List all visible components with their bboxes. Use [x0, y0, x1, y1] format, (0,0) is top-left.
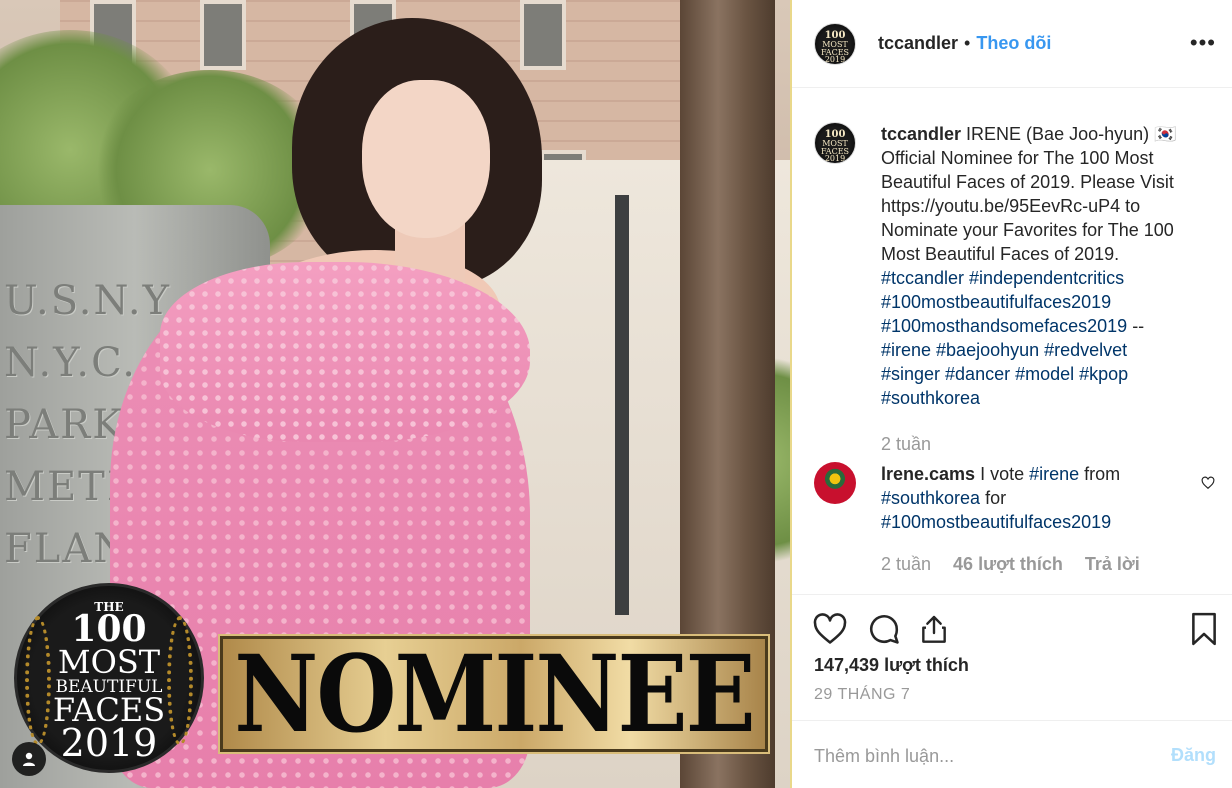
avatar[interactable]: 100 MOST FACES 2019	[814, 22, 856, 65]
hashtag-link[interactable]: #tccandler #independentcritics	[881, 268, 1124, 288]
comment-body: from	[1079, 464, 1121, 484]
hashtag-link[interactable]: #singer #dancer #model #kpop	[881, 364, 1128, 384]
100-most-beautiful-faces-badge: THE 100 MOST BEAUTIFUL FACES 2019	[14, 583, 204, 773]
separator-dot: •	[964, 33, 971, 53]
hashtag-link[interactable]: #100mosthandsomefaces2019	[881, 316, 1127, 336]
hashtag-link[interactable]: #100mostbeautifulfaces2019	[881, 512, 1111, 532]
commenter-username[interactable]: lrene.cams	[881, 464, 975, 484]
comment-body: for	[980, 488, 1007, 508]
nominee-text: NOMINEE	[234, 631, 755, 757]
dress-ruffle	[160, 262, 530, 442]
hashtag-link[interactable]: #southkorea	[881, 388, 980, 408]
caption-timestamp[interactable]: 2 tuần	[881, 432, 1216, 456]
comment-body: I vote	[975, 464, 1030, 484]
post-comment-button[interactable]: Đăng	[1171, 745, 1216, 766]
post-date[interactable]: 29 THÁNG 7	[814, 686, 910, 704]
comment-meta: 2 tuần 46 lượt thích Trả lời	[881, 554, 1140, 575]
add-comment-section: Đăng	[792, 720, 1232, 788]
share-button[interactable]	[916, 611, 952, 647]
face	[362, 80, 490, 238]
hashtag-link[interactable]: #southkorea	[881, 488, 980, 508]
comment-item: lrene.cams I vote #irene from #southkore…	[814, 462, 1219, 534]
caption: 100 MOST FACES 2019 tccandler IRENE (Bae…	[814, 122, 1219, 456]
share-icon	[922, 615, 946, 643]
comment-text: lrene.cams I vote #irene from #southkore…	[881, 462, 1181, 534]
likes-count[interactable]: 147,439 lượt thích	[814, 655, 969, 676]
header-username[interactable]: tccandler	[878, 33, 958, 54]
user-tag-button[interactable]	[12, 742, 46, 776]
caption-text: tccandler IRENE (Bae Joo-hyun) 🇰🇷 Offici…	[881, 122, 1216, 456]
reply-button[interactable]: Trả lời	[1085, 554, 1140, 575]
bookmark-icon	[1192, 612, 1216, 646]
caption-username[interactable]: tccandler	[881, 124, 961, 144]
post-image[interactable]: U.S.N.Y. N.Y.C. PARKING METER FLANG THE …	[0, 0, 790, 788]
person-icon	[23, 752, 35, 766]
avatar-text: 2019	[824, 54, 846, 64]
background-window	[520, 0, 566, 70]
like-button[interactable]	[812, 611, 848, 647]
more-options-icon[interactable]: •••	[1190, 30, 1216, 56]
comments-section[interactable]: 100 MOST FACES 2019 tccandler IRENE (Bae…	[792, 88, 1232, 594]
badge-most: MOST	[57, 643, 161, 681]
comment-timestamp[interactable]: 2 tuần	[881, 554, 931, 575]
nominee-plate: NOMINEE	[218, 632, 770, 756]
comment-like-heart-icon[interactable]	[1201, 476, 1215, 490]
street-lamp	[615, 195, 629, 615]
caption-dashes: --	[1127, 316, 1145, 336]
post-actions: 147,439 lượt thích 29 THÁNG 7	[792, 594, 1232, 718]
hashtag-link[interactable]: #irene	[1029, 464, 1079, 484]
commenter-avatar[interactable]	[814, 462, 856, 504]
heart-icon	[813, 613, 847, 644]
background-window	[200, 0, 246, 70]
speech-bubble-icon	[869, 614, 899, 644]
post-panel: 100 MOST FACES 2019 tccandler • Theo dõi…	[792, 0, 1232, 788]
avatar-text: 2019	[824, 154, 846, 163]
post-header: 100 MOST FACES 2019 tccandler • Theo dõi…	[792, 0, 1232, 88]
comment-button[interactable]	[866, 611, 902, 647]
comment-input[interactable]	[814, 743, 1144, 769]
hashtag-link[interactable]: #100mostbeautifulfaces2019	[881, 292, 1111, 312]
follow-button[interactable]: Theo dõi	[976, 33, 1051, 54]
caption-body: IRENE (Bae Joo-hyun) 🇰🇷 Official Nominee…	[881, 124, 1177, 264]
save-button[interactable]	[1186, 611, 1222, 647]
hashtag-link[interactable]: #irene #baejoohyun #redvelvet	[881, 340, 1127, 360]
avatar[interactable]: 100 MOST FACES 2019	[814, 122, 856, 164]
comment-likes[interactable]: 46 lượt thích	[953, 554, 1063, 575]
badge-hundred: 100	[71, 608, 147, 650]
